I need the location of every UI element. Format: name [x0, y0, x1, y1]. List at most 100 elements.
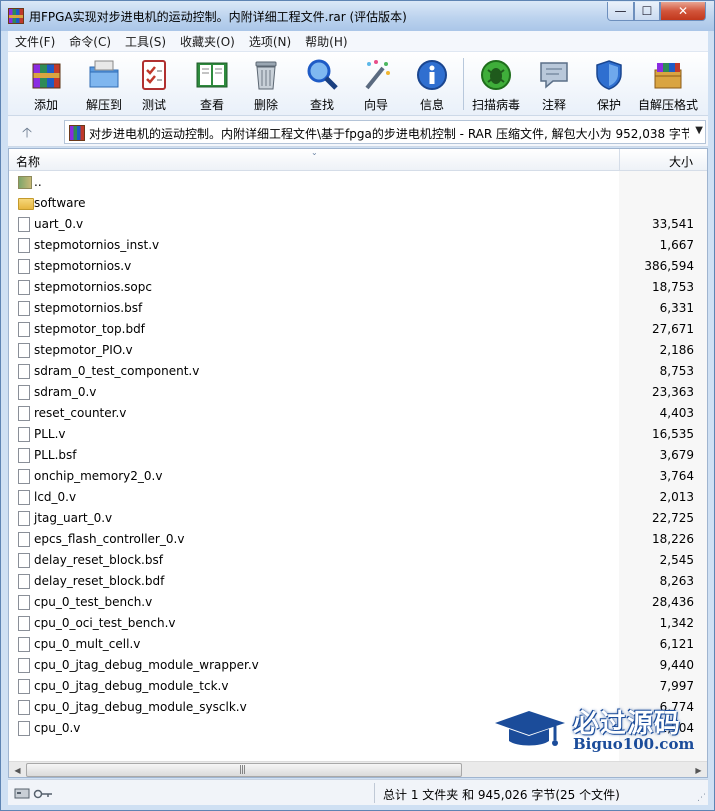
table-row[interactable]: stepmotornios.v 386,594 — [9, 256, 707, 277]
file-size: 2,186 — [659, 343, 694, 357]
parent-folder-row[interactable]: .. — [9, 172, 707, 193]
menu-tools[interactable]: 工具(S) — [118, 33, 173, 50]
menu-options[interactable]: 选项(N) — [242, 33, 298, 50]
file-icon — [18, 511, 30, 526]
horizontal-scrollbar[interactable]: ◀ ||| ▶ — [9, 761, 707, 777]
virus-scan-icon — [481, 60, 511, 90]
table-row[interactable]: cpu_0_test_bench.v 28,436 — [9, 592, 707, 613]
sort-indicator-icon: ⌄ — [311, 148, 318, 157]
scroll-right-icon[interactable]: ▶ — [690, 762, 707, 777]
tool-scan-virus-button[interactable]: 扫描病毒 — [470, 56, 522, 114]
tool-find-button[interactable]: 查找 — [296, 56, 348, 114]
file-icon — [18, 721, 30, 736]
shield-icon — [596, 60, 622, 90]
table-row[interactable]: stepmotornios.sopc 18,753 — [9, 277, 707, 298]
close-button[interactable]: ✕ — [660, 2, 706, 21]
tool-sfx-button[interactable]: 自解压格式 — [638, 56, 698, 114]
file-icon — [18, 217, 30, 232]
file-icon — [18, 385, 30, 400]
file-name: cpu_0_jtag_debug_module_wrapper.v — [34, 658, 259, 672]
tool-test-button[interactable]: 测试 — [128, 56, 180, 114]
table-row[interactable]: epcs_flash_controller_0.v 18,226 — [9, 529, 707, 550]
up-folder-button[interactable]: 🡡 — [22, 122, 32, 146]
file-size: 3,679 — [659, 448, 694, 462]
table-row[interactable]: stepmotornios.bsf 6,331 — [9, 298, 707, 319]
file-name: delay_reset_block.bsf — [34, 553, 163, 567]
table-row[interactable]: cpu_0_oci_test_bench.v 1,342 — [9, 613, 707, 634]
menu-commands[interactable]: 命令(C) — [62, 33, 118, 50]
file-name: delay_reset_block.bdf — [34, 574, 165, 588]
table-row[interactable]: stepmotor_PIO.v 2,186 — [9, 340, 707, 361]
table-row[interactable]: PLL.bsf 3,679 — [9, 445, 707, 466]
chevron-down-icon[interactable]: ▼ — [695, 125, 703, 136]
tool-delete-button[interactable]: 删除 — [240, 56, 292, 114]
file-name: stepmotor_PIO.v — [34, 343, 133, 357]
file-size: 6,121 — [659, 637, 694, 651]
table-row[interactable]: cpu_0_jtag_debug_module_wrapper.v 9,440 — [9, 655, 707, 676]
menu-file[interactable]: 文件(F) — [8, 33, 62, 50]
scroll-left-icon[interactable]: ◀ — [9, 762, 26, 777]
table-row[interactable]: delay_reset_block.bsf 2,545 — [9, 550, 707, 571]
folder-row[interactable]: software — [9, 193, 707, 214]
tool-add-button[interactable]: 添加 — [20, 56, 72, 114]
table-row[interactable]: jtag_uart_0.v 22,725 — [9, 508, 707, 529]
title-bar[interactable]: 用FPGA实现对步进电机的运动控制。内附详细工程文件.rar (评估版本) — … — [1, 1, 714, 31]
file-icon — [18, 427, 30, 442]
file-name: stepmotornios.bsf — [34, 301, 143, 315]
maximize-button[interactable]: ☐ — [634, 2, 660, 21]
file-icon — [18, 343, 30, 358]
file-icon — [18, 553, 30, 568]
column-name-header[interactable]: 名称 — [16, 153, 40, 170]
table-row[interactable]: delay_reset_block.bdf 8,263 — [9, 571, 707, 592]
magnifier-icon — [307, 59, 338, 90]
table-row[interactable]: reset_counter.v 4,403 — [9, 403, 707, 424]
tool-view-button[interactable]: 查看 — [186, 56, 238, 114]
watermark-subtitle: Biguo100.com — [573, 735, 695, 753]
table-row[interactable]: uart_0.v 33,541 — [9, 214, 707, 235]
table-row[interactable]: lcd_0.v 2,013 — [9, 487, 707, 508]
path-dropdown[interactable]: 对步进电机的运动控制。内附详细工程文件\基于fpga的步进电机控制 - RAR … — [64, 120, 706, 144]
table-row[interactable]: sdram_0_test_component.v 8,753 — [9, 361, 707, 382]
table-row[interactable]: stepmotor_top.bdf 27,671 — [9, 319, 707, 340]
table-row[interactable]: PLL.v 16,535 — [9, 424, 707, 445]
file-name: stepmotornios.v — [34, 259, 132, 273]
file-size: 27,671 — [652, 322, 694, 336]
table-row[interactable]: cpu_0_mult_cell.v 6,121 — [9, 634, 707, 655]
resize-grip-icon[interactable]: ⋰ — [697, 793, 706, 803]
table-row[interactable]: onchip_memory2_0.v 3,764 — [9, 466, 707, 487]
file-name: PLL.v — [34, 427, 66, 441]
drive-key-icon[interactable] — [14, 786, 54, 800]
file-size: 18,226 — [652, 532, 694, 546]
tool-comment-button[interactable]: 注释 — [528, 56, 580, 114]
table-row[interactable]: sdram_0.v 23,363 — [9, 382, 707, 403]
sfx-box-icon — [654, 63, 682, 89]
file-name: uart_0.v — [34, 217, 84, 231]
tool-wizard-button[interactable]: 向导 — [350, 56, 402, 114]
file-icon — [18, 658, 30, 673]
file-name: cpu_0_jtag_debug_module_tck.v — [34, 679, 229, 693]
file-size: 22,725 — [652, 511, 694, 525]
file-size: 2,545 — [659, 553, 694, 567]
menu-favorites[interactable]: 收藏夹(O) — [173, 33, 242, 50]
file-size: 7,997 — [659, 679, 694, 693]
file-icon — [18, 301, 30, 316]
table-row[interactable]: cpu_0_jtag_debug_module_tck.v 7,997 — [9, 676, 707, 697]
minimize-button[interactable]: — — [607, 2, 634, 21]
column-size-header[interactable]: 大小 — [669, 153, 693, 170]
scrollbar-thumb[interactable]: ||| — [26, 763, 462, 777]
file-icon — [18, 595, 30, 610]
file-name: cpu_0_mult_cell.v — [34, 637, 141, 651]
file-size: 1,667 — [659, 238, 694, 252]
file-icon — [18, 280, 30, 295]
menu-help[interactable]: 帮助(H) — [298, 33, 354, 50]
wizard-wand-icon — [365, 60, 390, 90]
file-name: jtag_uart_0.v — [34, 511, 113, 525]
table-row[interactable]: stepmotornios_inst.v 1,667 — [9, 235, 707, 256]
address-bar: 🡡 对步进电机的运动控制。内附详细工程文件\基于fpga的步进电机控制 - RA… — [8, 115, 708, 147]
file-name: stepmotor_top.bdf — [34, 322, 145, 336]
tool-protect-button[interactable]: 保护 — [583, 56, 635, 114]
column-divider[interactable] — [619, 149, 620, 171]
file-size: 28,436 — [652, 595, 694, 609]
file-icon — [18, 637, 30, 652]
tool-info-button[interactable]: 信息 — [406, 56, 458, 114]
